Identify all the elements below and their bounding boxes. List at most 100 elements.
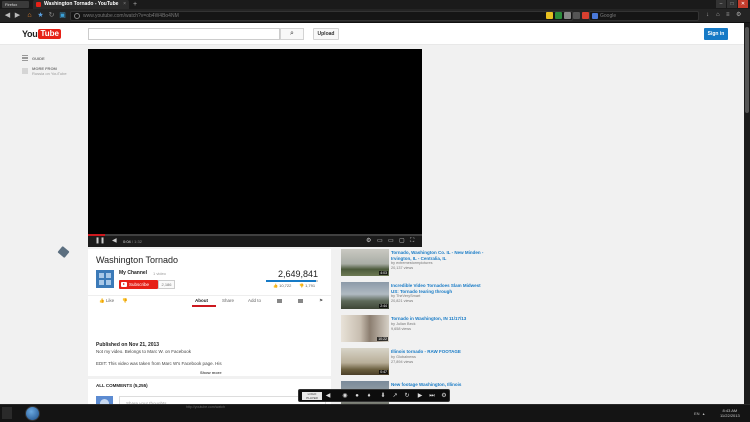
upload-button[interactable]: Upload bbox=[313, 28, 339, 40]
stats-icon[interactable] bbox=[277, 299, 282, 303]
play-icon[interactable]: ▶ bbox=[416, 392, 424, 400]
video-thumbnail[interactable]: 10:22 bbox=[341, 315, 389, 342]
like-button[interactable]: 👍 Like bbox=[99, 298, 114, 304]
scrollbar-thumb[interactable] bbox=[745, 27, 749, 113]
toolbar-right-icons: ↓ ⌂ ≡ ⚙ bbox=[706, 12, 743, 19]
tool-settings-icon[interactable]: ⚙ bbox=[440, 392, 448, 400]
comments-section: ALL COMMENTS (5,255) Share your thoughts bbox=[88, 379, 331, 404]
browser-tab[interactable]: Washington Tornado - YouTube × bbox=[33, 0, 129, 9]
back-icon[interactable]: ◀ bbox=[3, 11, 12, 20]
url-bar[interactable]: www.youtube.com/watch?v=ob4W4Bo4NM bbox=[70, 11, 573, 21]
share-icon[interactable]: ↗ bbox=[391, 392, 399, 400]
channel-avatar[interactable] bbox=[96, 270, 114, 288]
related-video[interactable]: 4:03 Tornado, Washington Co. IL - New Mi… bbox=[341, 249, 486, 281]
maximize-button[interactable]: □ bbox=[727, 0, 737, 8]
channel-name[interactable]: My Channel bbox=[119, 270, 147, 276]
bookmark-icon[interactable]: ★ bbox=[36, 11, 45, 20]
windows-taskbar: http://youtube.com/watch EN ▴ 8:43 AM 11… bbox=[0, 404, 750, 422]
more-from-item[interactable]: MORE FROM Russia on YouTube bbox=[22, 66, 67, 76]
related-views: 27,894 views bbox=[391, 359, 414, 364]
pin-icon[interactable]: ● bbox=[353, 392, 361, 400]
dropdown-icon[interactable] bbox=[573, 12, 580, 19]
tab-add-to[interactable]: Add to bbox=[248, 298, 261, 303]
comment-input[interactable]: Share your thoughts bbox=[119, 396, 326, 404]
dislike-button[interactable]: 👎 bbox=[122, 298, 128, 304]
search-input[interactable] bbox=[88, 28, 280, 40]
channel-thumbnail-icon bbox=[22, 68, 28, 74]
related-video[interactable]: 2:44 Incredible Video Tornadoes Slam Mid… bbox=[341, 282, 486, 314]
start-button[interactable] bbox=[25, 406, 40, 421]
popout-icon[interactable]: ▢ bbox=[399, 237, 405, 246]
search-engine-icon[interactable] bbox=[592, 13, 598, 19]
theater-icon[interactable]: ▭ bbox=[388, 237, 394, 246]
browser-search-bar[interactable]: Google bbox=[589, 11, 699, 21]
duration-badge: 0:47 bbox=[379, 370, 388, 374]
tray-arrow-icon[interactable]: ▴ bbox=[703, 411, 705, 416]
url-text: www.youtube.com/watch?v=ob4W4Bo4NM bbox=[83, 13, 179, 19]
settings-gear-icon[interactable]: ⚙ bbox=[366, 237, 371, 246]
related-views: 20,137 views bbox=[391, 266, 414, 270]
speaker-icon[interactable]: ◀ bbox=[324, 392, 332, 400]
action-bar: 👍 Like 👎 About Share Add to ⚑ bbox=[88, 295, 331, 307]
home-icon[interactable]: ⌂ bbox=[25, 11, 34, 20]
guide-button[interactable]: GUIDE bbox=[22, 55, 67, 61]
shield-icon[interactable]: ◉ bbox=[341, 392, 349, 400]
home-page-icon[interactable]: ⌂ bbox=[716, 12, 723, 19]
video-title: Washington Tornado bbox=[96, 255, 179, 265]
addon-red-icon[interactable] bbox=[582, 12, 589, 19]
youtube-logo[interactable]: You Tube bbox=[22, 28, 61, 39]
reload-icon[interactable]: ↻ bbox=[47, 11, 56, 20]
subscribe-button[interactable]: Subscribe bbox=[119, 280, 158, 289]
fullscreen-icon[interactable]: ⛶ bbox=[410, 237, 414, 246]
related-title[interactable]: Tornado, Washington Co. IL - New Minden … bbox=[391, 250, 486, 261]
firefox-menu-button[interactable]: Firefox bbox=[2, 1, 29, 8]
related-video[interactable]: 0:47 Illinois tornado - RAW FOOTAGE by G… bbox=[341, 348, 486, 380]
related-title[interactable]: Incredible Video Tornadoes Slam Midwest … bbox=[391, 283, 486, 294]
sidebar-icon[interactable]: ▣ bbox=[58, 11, 67, 20]
tab-about[interactable]: About bbox=[195, 298, 208, 303]
like-count[interactable]: 👍 10,722 bbox=[273, 283, 291, 288]
addon-green-icon[interactable] bbox=[555, 12, 562, 19]
language-indicator[interactable]: EN bbox=[694, 411, 700, 416]
tab-share[interactable]: Share bbox=[222, 298, 234, 303]
captions-icon[interactable]: ▭ bbox=[377, 237, 383, 246]
transcript-icon[interactable] bbox=[298, 299, 303, 303]
video-thumbnail[interactable]: 4:03 bbox=[341, 249, 389, 276]
forward-icon[interactable]: ▶ bbox=[13, 11, 22, 20]
menu-icon[interactable]: ≡ bbox=[726, 12, 733, 19]
related-views: 20,821 views bbox=[391, 299, 414, 303]
close-window-button[interactable]: ✕ bbox=[738, 0, 748, 8]
related-video[interactable]: 10:22 Tornado in Washington, IN 11/17/13… bbox=[341, 315, 486, 347]
addon-yellow-icon[interactable] bbox=[546, 12, 553, 19]
dislikes-value: 1,791 bbox=[305, 283, 316, 288]
settings-icon[interactable]: ⚙ bbox=[736, 12, 743, 19]
drop-icon[interactable]: ♦ bbox=[365, 392, 373, 400]
video-thumbnail[interactable]: 2:44 bbox=[341, 282, 389, 309]
skip-icon[interactable]: ⏭ bbox=[428, 392, 436, 400]
sign-in-button[interactable]: Sign in bbox=[704, 28, 728, 40]
guide-label: GUIDE bbox=[32, 55, 45, 61]
tab-close-icon[interactable]: × bbox=[123, 0, 126, 9]
pause-icon[interactable]: ❚❚ bbox=[95, 237, 105, 246]
view-count: 2,649,841 bbox=[277, 269, 318, 279]
search-button[interactable]: ⌕ bbox=[280, 28, 304, 40]
sentiment-bar bbox=[266, 280, 318, 282]
flag-icon[interactable]: ⚑ bbox=[319, 298, 323, 304]
dislike-count[interactable]: 👎 1,791 bbox=[299, 283, 315, 288]
related-title[interactable]: New footage Washington, Illinois bbox=[391, 382, 486, 388]
show-more-button[interactable]: Show more bbox=[200, 370, 222, 375]
download-icon[interactable]: ↓ bbox=[706, 12, 713, 19]
video-thumbnail[interactable]: 0:47 bbox=[341, 348, 389, 375]
site-identity-icon[interactable] bbox=[74, 13, 80, 19]
loop-icon[interactable]: ↻ bbox=[403, 392, 411, 400]
clock[interactable]: 8:43 AM 11/22/2013 bbox=[720, 408, 740, 418]
status-text: http://youtube.com/watch bbox=[186, 405, 225, 409]
volume-icon[interactable]: ◀ bbox=[112, 237, 117, 246]
new-tab-button[interactable]: + bbox=[133, 0, 137, 9]
addon-gray-icon[interactable] bbox=[564, 12, 571, 19]
show-desktop-icon[interactable] bbox=[2, 407, 12, 419]
page-scrollbar[interactable] bbox=[744, 23, 750, 404]
download-tool-icon[interactable]: ⬇ bbox=[379, 392, 387, 400]
minimize-button[interactable]: – bbox=[716, 0, 726, 8]
video-player[interactable]: ❚❚ ◀ 0:04 / 1:32 ⚙ ▭ ▭ ▢ ⛶ bbox=[88, 49, 422, 247]
